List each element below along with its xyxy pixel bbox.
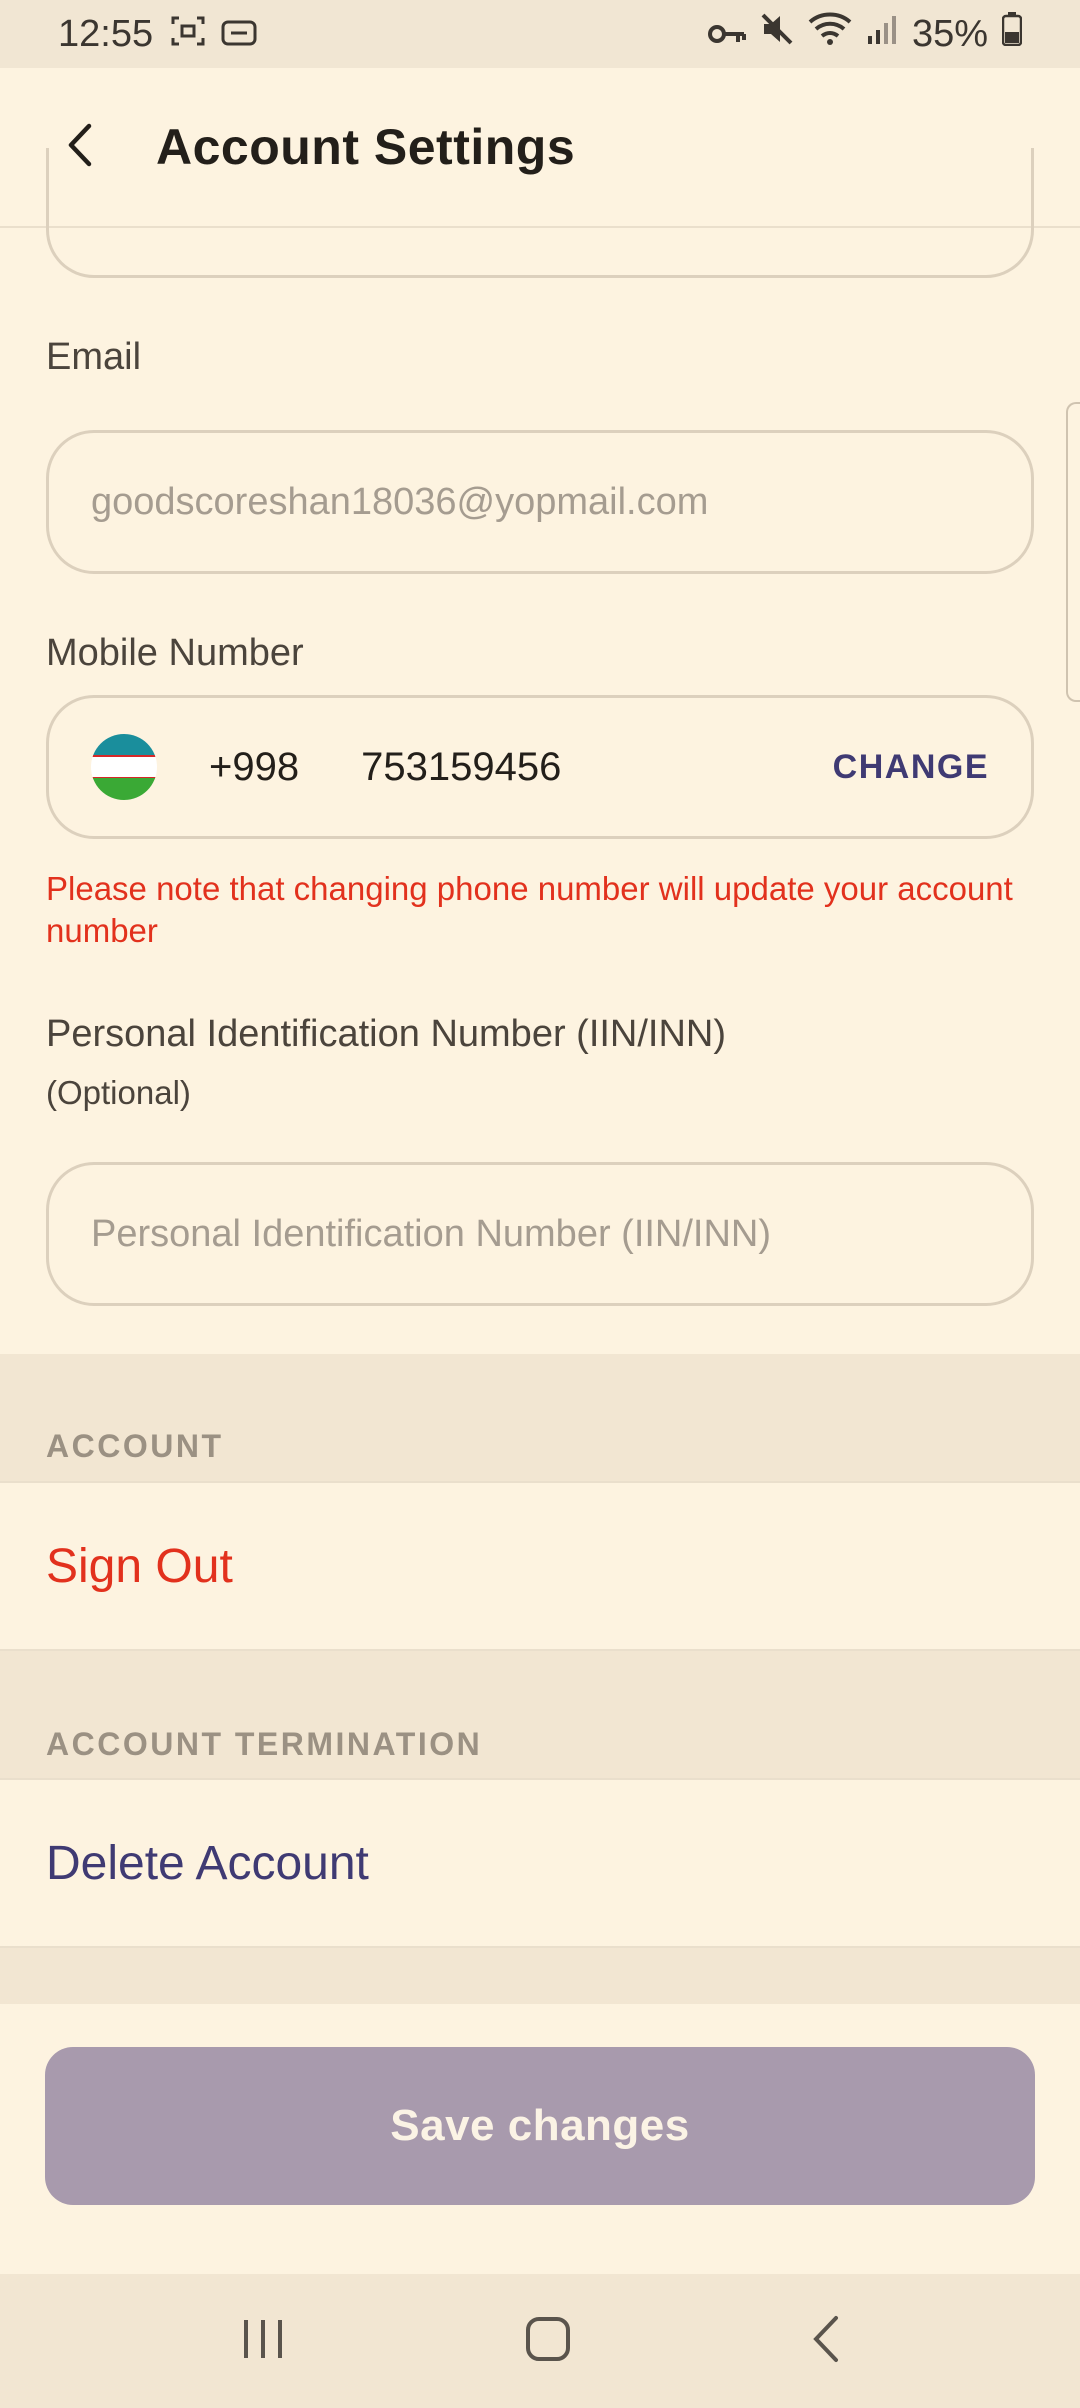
phone-number: 753159456 [361,744,562,789]
battery-icon [1001,12,1023,56]
scrollbar[interactable] [1066,402,1080,702]
sign-out-row[interactable]: Sign Out [0,1481,1080,1651]
save-changes-button[interactable]: Save changes [45,2047,1035,2205]
pin-optional-label: (Optional) [46,1074,191,1111]
vpn-key-icon [707,13,746,56]
wifi-icon [808,12,852,56]
status-time: 12:55 [58,12,154,55]
home-icon[interactable] [523,2314,573,2369]
mobile-field: +998 753159456 CHANGE [46,695,1034,839]
pin-placeholder: Personal Identification Number (IIN/INN) [91,1212,772,1255]
email-label: Email [46,336,142,378]
name-field-partial[interactable] [46,148,1034,278]
pin-label: Personal Identification Number (IIN/INN) [46,1013,727,1055]
mobile-label: Mobile Number [46,632,304,674]
email-value: goodscoreshan18036@yopmail.com [91,480,709,523]
pin-input[interactable]: Personal Identification Number (IIN/INN) [46,1162,1034,1306]
status-bar: 12:55 35% [0,0,1080,68]
cast-icon [221,13,257,56]
delete-account-label: Delete Account [46,1836,369,1890]
nav-back-icon[interactable] [808,2314,842,2369]
section-account-header: ACCOUNT [46,1428,224,1464]
email-field: goodscoreshan18036@yopmail.com [46,430,1034,574]
country-code: +998 [209,744,300,789]
recent-apps-icon[interactable] [238,2316,288,2367]
delete-account-row[interactable]: Delete Account [0,1778,1080,1948]
uzbekistan-flag-icon [91,734,157,800]
mute-icon [760,12,794,56]
section-termination-header: ACCOUNT TERMINATION [46,1726,483,1762]
sign-out-label: Sign Out [46,1539,233,1593]
phone-warning: Please note that changing phone number w… [46,870,1013,949]
signal-icon [866,13,898,56]
system-nav-bar [0,2274,1080,2408]
screenshot-icon [171,13,205,56]
battery-label: 35% [911,12,988,55]
change-phone-button[interactable]: CHANGE [833,748,989,787]
